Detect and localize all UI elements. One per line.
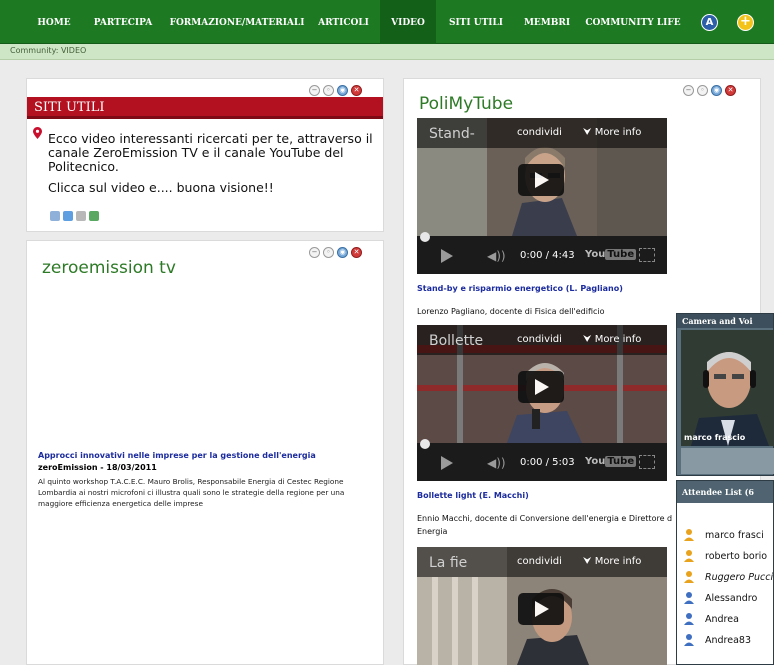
- play-button[interactable]: [518, 164, 564, 196]
- settings-icon[interactable]: ◉: [711, 85, 722, 96]
- location-pin-icon: [33, 127, 42, 139]
- video-controls: ◀)) 0:00 / 5:03 You Tube: [417, 439, 667, 481]
- nav-formazione-materiali[interactable]: FORMAZIONE/MATERIALI: [166, 0, 308, 44]
- zeroemission-title: zeroemission tv: [42, 258, 176, 278]
- fullscreen-icon[interactable]: [639, 248, 655, 262]
- share-button[interactable]: condividi: [517, 556, 562, 567]
- user-icon: [684, 592, 694, 604]
- more-info-button[interactable]: ⮟ More info: [583, 556, 641, 567]
- attendee-row[interactable]: Ruggero Pucci: [677, 567, 774, 588]
- article-body: Al quinto workshop T.A.C.E.C. Mauro Brol…: [38, 477, 345, 508]
- widget-toolbar: [50, 211, 99, 221]
- progress-handle[interactable]: [420, 232, 430, 242]
- share-button[interactable]: condividi: [517, 127, 562, 138]
- restore-icon[interactable]: ◦: [697, 85, 708, 96]
- article-link[interactable]: Approcci innovativi nelle imprese per la…: [38, 451, 316, 460]
- minimize-icon[interactable]: −: [309, 247, 320, 258]
- settings-icon[interactable]: ◉: [337, 247, 348, 258]
- host-user-icon: [684, 571, 694, 583]
- user-icon: [684, 634, 694, 646]
- siti-utili-panel: − ◦ ◉ ✕ SITI UTILI Ecco video interessan…: [26, 78, 384, 232]
- panel-controls: − ◦ ◉ ✕: [309, 85, 362, 96]
- panel-controls: − ◦ ◉ ✕: [683, 85, 736, 96]
- edit-icon[interactable]: [89, 211, 99, 221]
- minimize-icon[interactable]: −: [309, 85, 320, 96]
- volume-icon[interactable]: ◀)): [487, 456, 506, 470]
- close-icon[interactable]: ✕: [351, 247, 362, 258]
- video-title: Stand-: [429, 126, 475, 142]
- zeroemission-panel: − ◦ ◉ ✕ zeroemission tv Approcci innovat…: [26, 240, 384, 665]
- progress-handle[interactable]: [420, 439, 430, 449]
- play-icon[interactable]: [441, 456, 453, 470]
- video-time: 0:00 / 5:03: [520, 457, 575, 468]
- restore-icon[interactable]: ◦: [323, 247, 334, 258]
- nav-siti-utili[interactable]: SITI UTILI: [440, 0, 512, 44]
- close-icon[interactable]: ✕: [351, 85, 362, 96]
- video-time: 0:00 / 4:43: [520, 250, 575, 261]
- webcam-feed: marco frascio: [681, 330, 774, 446]
- host-user-icon: [684, 529, 694, 541]
- camera-voice-widget: Camera and Voi marco frascio: [676, 313, 774, 476]
- youtube-logo[interactable]: You Tube: [585, 249, 637, 260]
- more-info-button[interactable]: ⮟ More info: [583, 334, 641, 345]
- attendee-row[interactable]: Andrea83: [677, 630, 774, 651]
- attendee-row[interactable]: roberto borio: [677, 546, 774, 567]
- add-icon[interactable]: +: [737, 14, 754, 31]
- siti-utili-banner: SITI UTILI: [27, 97, 383, 119]
- minimize-icon[interactable]: −: [683, 85, 694, 96]
- attendee-list: Attendee List (6 marco frasci roberto bo…: [676, 480, 774, 665]
- share-icon[interactable]: [63, 211, 73, 221]
- nav-membri[interactable]: MEMBRI: [516, 0, 578, 44]
- siti-utili-intro: Ecco video interessanti ricercati per te…: [48, 131, 373, 174]
- nav-articoli[interactable]: ARTICOLI: [312, 0, 375, 44]
- panel-controls: − ◦ ◉ ✕: [309, 247, 362, 258]
- attendee-row[interactable]: Alessandro: [677, 588, 774, 609]
- youtube-logo[interactable]: You Tube: [585, 456, 637, 467]
- video-title: La fie: [429, 555, 468, 571]
- top-navigation: HOME PARTECIPA FORMAZIONE/MATERIALI ARTI…: [0, 0, 774, 44]
- breadcrumb-text: Community: VIDEO: [10, 46, 87, 55]
- camera-header: Camera and Voi: [677, 314, 773, 328]
- attendee-header: Attendee List (6: [677, 481, 773, 503]
- fullscreen-icon[interactable]: [639, 455, 655, 469]
- gear-icon[interactable]: [76, 211, 86, 221]
- nav-video[interactable]: VIDEO: [380, 0, 436, 44]
- more-info-button[interactable]: ⮟ More info: [583, 127, 641, 138]
- article-date: zeroEmission - 18/03/2011: [38, 463, 157, 472]
- webcam-image: [681, 330, 774, 446]
- video-desc-1: Lorenzo Pagliano, docente di Fisica dell…: [417, 307, 605, 316]
- play-icon[interactable]: [441, 249, 453, 263]
- user-icon: [684, 613, 694, 625]
- video-desc-2: Ennio Macchi, docente di Conversione del…: [417, 514, 673, 536]
- video-player-2[interactable]: Bollette condividi ⮟ More info ◀)) 0:00 …: [417, 325, 667, 481]
- attendee-row[interactable]: marco frasci: [677, 525, 774, 546]
- rss-icon[interactable]: [50, 211, 60, 221]
- speaker-name: marco frascio: [684, 433, 746, 442]
- polimytube-title: PoliMyTube: [419, 94, 514, 114]
- video-link-2[interactable]: Bollette light (E. Macchi): [417, 491, 529, 500]
- video-controls: ◀)) 0:00 / 4:43 You Tube: [417, 232, 667, 274]
- share-button[interactable]: condividi: [517, 334, 562, 345]
- breadcrumb: Community: VIDEO: [0, 44, 774, 60]
- volume-icon[interactable]: ◀)): [487, 249, 506, 263]
- video-title: Bollette: [429, 333, 484, 349]
- attendee-row[interactable]: Andrea: [677, 609, 774, 630]
- nav-community-life[interactable]: COMMUNITY LIFE: [582, 0, 684, 44]
- play-button[interactable]: [518, 593, 564, 625]
- restore-icon[interactable]: ◦: [323, 85, 334, 96]
- siti-utili-cta: Clicca sul video e.... buona visione!!: [48, 180, 274, 195]
- close-icon[interactable]: ✕: [725, 85, 736, 96]
- play-button[interactable]: [518, 371, 564, 403]
- video-player-3[interactable]: La fie condividi ⮟ More info: [417, 547, 667, 665]
- host-user-icon: [684, 550, 694, 562]
- video-player-1[interactable]: Stand- condividi ⮟ More info ◀)) 0:00 / …: [417, 118, 667, 274]
- video-link-1[interactable]: Stand-by e risparmio energetico (L. Pagl…: [417, 284, 623, 293]
- settings-icon[interactable]: ◉: [337, 85, 348, 96]
- nav-partecipa[interactable]: PARTECIPA: [84, 0, 162, 44]
- accessibility-icon[interactable]: A: [701, 14, 718, 31]
- nav-home[interactable]: HOME: [28, 0, 80, 44]
